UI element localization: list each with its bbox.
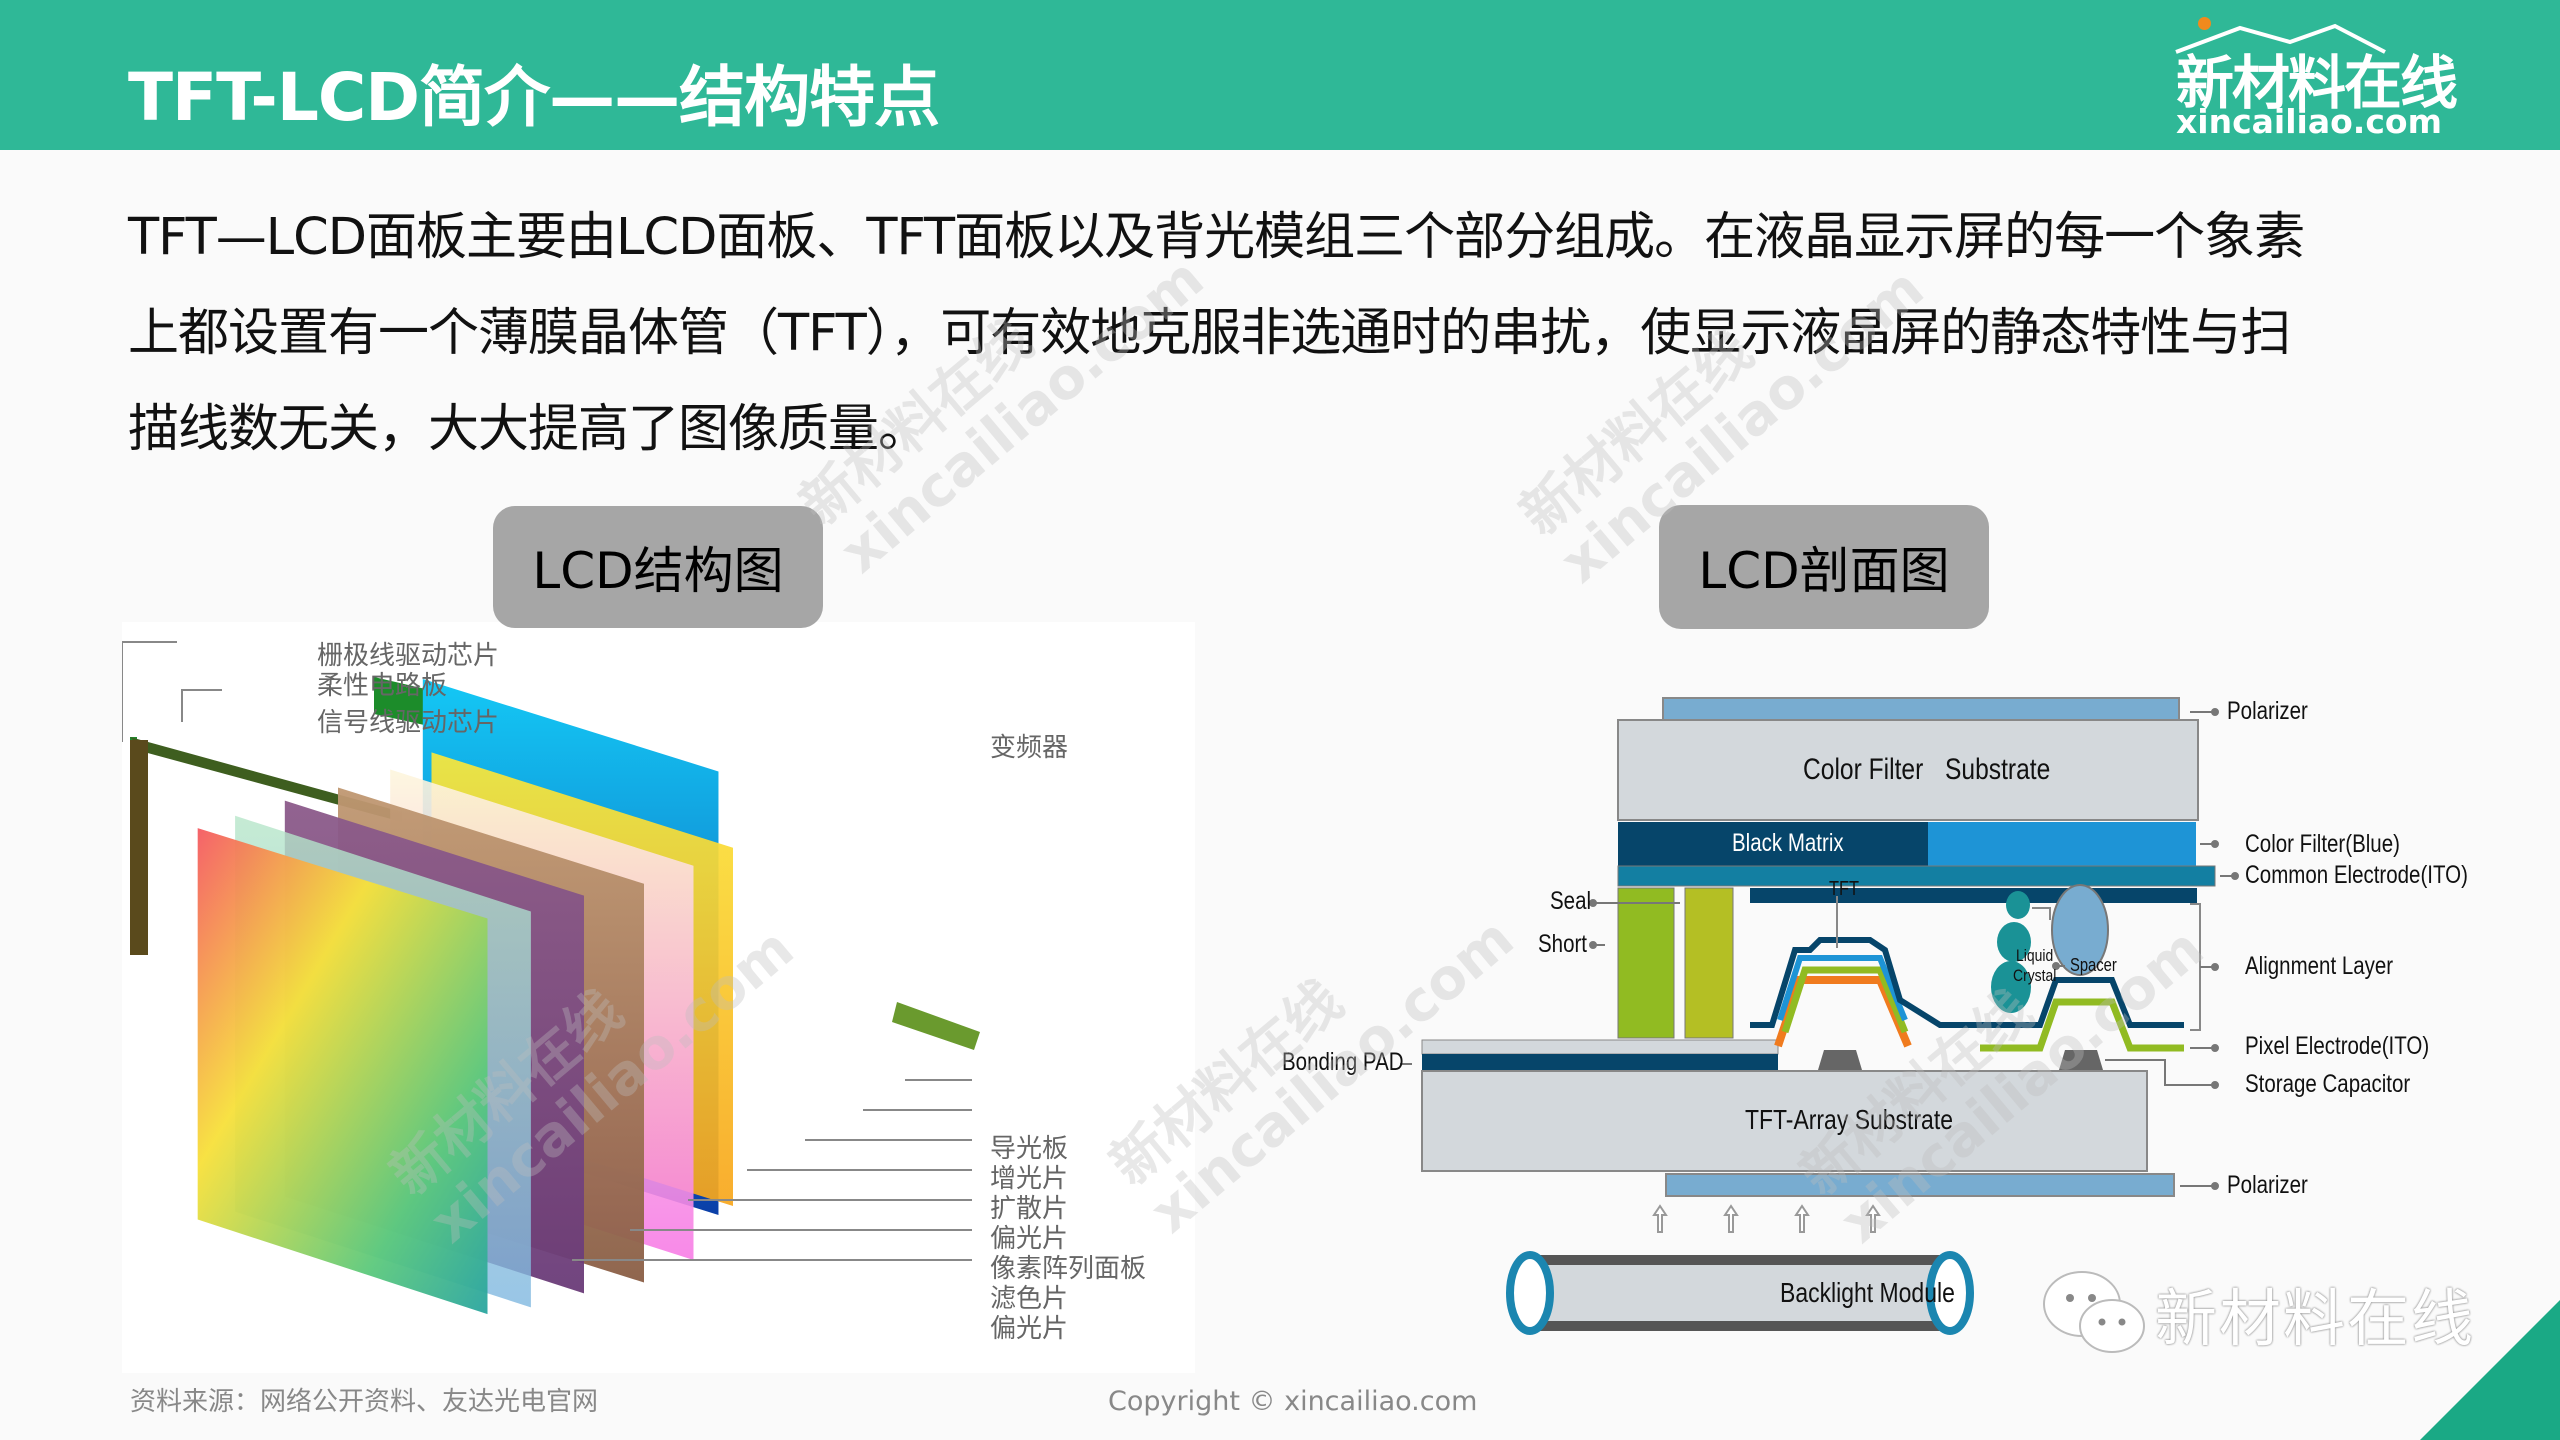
label-pixel-electrode: Pixel Electrode(ITO) xyxy=(2245,1032,2430,1060)
label-polarizer-top: Polarizer xyxy=(2227,697,2308,725)
label-polarizer-front: 偏光片 xyxy=(990,1314,1069,1344)
label-color-filter: Color Filter xyxy=(1803,753,1924,786)
label-signal-driver-chip: 信号线驱动芯片 xyxy=(317,708,500,738)
lcd-structure-figure: 栅极线驱动芯片 柔性电路板 信号线驱动芯片 变频器 导光板 增光片 扩散片 偏光… xyxy=(121,622,1195,1373)
label-backlight-module: Backlight Module xyxy=(1780,1277,1955,1308)
section-label-cross-section: LCD剖面图 xyxy=(1659,505,1989,629)
label-spacer: Spacer xyxy=(2070,955,2117,975)
label-bonding-pad: Bonding PAD xyxy=(1282,1048,1404,1076)
label-tft: TFT xyxy=(1829,878,1860,900)
label-seal: Seal xyxy=(1550,887,1592,915)
section-label-structure: LCD结构图 xyxy=(493,506,823,628)
label-inverter: 变频器 xyxy=(990,733,1069,763)
brand-logo[interactable]: 新材料在线 xincailiao.com xyxy=(2170,14,2470,141)
body-text-line-3: 描线数无关，大大提高了图像质量。 xyxy=(128,400,929,459)
body-text-line-1: TFT—LCD面板主要由LCD面板、TFT面板以及背光模组三个部分组成。在液晶显… xyxy=(128,208,2305,267)
label-common-electrode: Common Electrode(ITO) xyxy=(2245,861,2468,889)
label-polarizer-bottom: Polarizer xyxy=(2227,1171,2308,1199)
label-short: Short xyxy=(1538,930,1588,958)
label-alignment-layer: Alignment Layer xyxy=(2245,952,2394,980)
copyright-text: Copyright © xincailiao.com xyxy=(1108,1386,1478,1417)
body-text-line-2: 上都设置有一个薄膜晶体管（TFT），可有效地克服非选通时的串扰，使显示液晶屏的静… xyxy=(128,304,2291,363)
light-arrows xyxy=(1652,1204,1881,1233)
lcd-cross-section-figure: Polarizer Color Filter Substrate Black M… xyxy=(1282,680,2500,1370)
label-black-matrix: Black Matrix xyxy=(1732,829,1844,857)
corner-accent xyxy=(2420,1300,2560,1440)
label-crystal: Crystal xyxy=(2013,966,2057,985)
sun-icon xyxy=(2198,17,2211,30)
label-storage-capacitor: Storage Capacitor xyxy=(2245,1070,2411,1098)
label-tft-array-substrate: TFT-Array Substrate xyxy=(1745,1104,1953,1135)
label-flex-circuit: 柔性电路板 xyxy=(317,671,448,701)
page-title: TFT-LCD简介——结构特点 xyxy=(128,59,940,136)
logo-text-en: xincailiao.com xyxy=(2176,102,2442,141)
wechat-icon xyxy=(2040,1262,2150,1366)
label-liquid: Liquid xyxy=(2016,946,2054,965)
label-color-filter-blue: Color Filter(Blue) xyxy=(2245,830,2400,858)
label-substrate: Substrate xyxy=(1945,753,2051,786)
source-note: 资料来源：网络公开资料、友达光电官网 xyxy=(130,1387,599,1417)
